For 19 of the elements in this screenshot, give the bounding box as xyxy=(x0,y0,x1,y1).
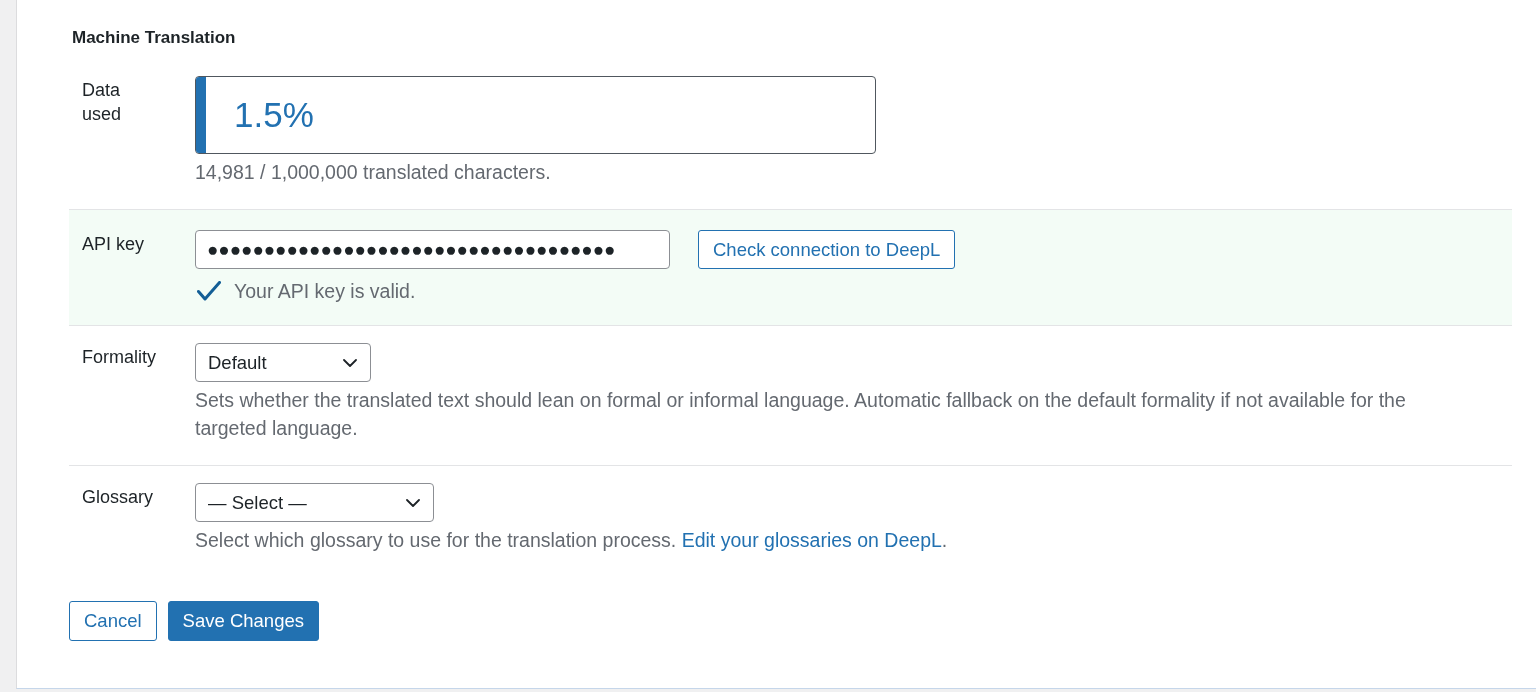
chevron-down-icon xyxy=(406,498,420,507)
usage-percentage: 1.5% xyxy=(233,95,314,135)
field-description: Sets whether the translated text should lean on formal or informal language. Automatic fallback on the default formality if not available for the targeted language. xyxy=(195,388,1407,441)
section-title: Machine Translation xyxy=(72,28,237,48)
field-description: Select which glossary to use for the translation process. Edit your glossaries on DeepL. xyxy=(195,528,949,553)
check-connection-button[interactable]: Check connection to DeepL xyxy=(698,230,956,269)
validation-message: Your API key is valid. xyxy=(234,279,416,304)
field-label: Glossary xyxy=(82,486,154,509)
field-label: Data used xyxy=(82,79,123,126)
chevron-down-icon xyxy=(343,358,357,367)
api-key-field[interactable]: ●●●●●●●●●●●●●●●●●●●●●●●●●●●●●●●●●●●● xyxy=(195,230,670,269)
field-label: Formality xyxy=(82,346,157,369)
field-label: API key xyxy=(82,233,146,256)
glossary-link[interactable]: Edit your glossaries on DeepL xyxy=(681,529,942,551)
save-button[interactable]: Save Changes xyxy=(167,601,319,641)
field-description: 14,981 / 1,000,000 translated characters. xyxy=(195,160,552,185)
dropdown-select[interactable]: Default xyxy=(195,343,371,382)
cancel-button[interactable]: Cancel xyxy=(69,601,157,641)
dropdown-select[interactable]: — Select — xyxy=(195,483,434,522)
